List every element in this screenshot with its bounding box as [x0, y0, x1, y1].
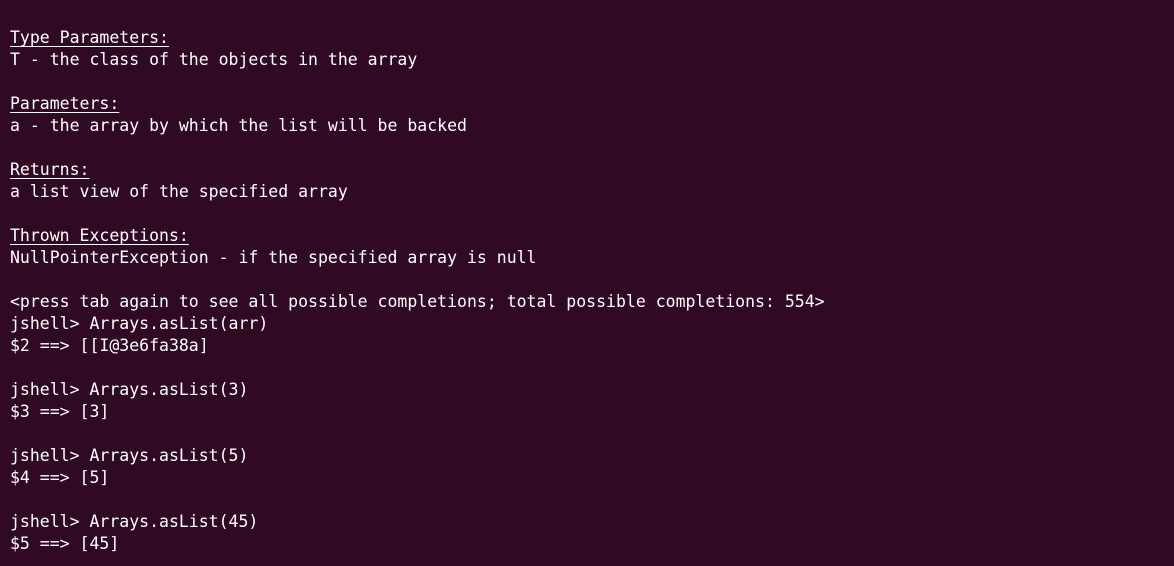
doc-section-heading-text: Returns: [10, 160, 90, 179]
doc-section-heading-text: Parameters: [10, 94, 120, 113]
terminal-line: a list view of the specified array [10, 182, 348, 201]
terminal-line: T - the class of the objects in the arra… [10, 50, 418, 69]
jshell-prompt-line: jshell> Arrays.asList(arr) [10, 314, 269, 333]
doc-section-heading: Parameters: [10, 93, 1174, 115]
jshell-result-line: $5 ==> [45] [10, 534, 120, 553]
jshell-result-line: $4 ==> [5] [10, 468, 110, 487]
doc-section-heading: Type Parameters: [10, 27, 1174, 49]
terminal-window[interactable]: Type Parameters: T - the class of the ob… [0, 0, 1174, 566]
doc-section-heading-text: Type Parameters: [10, 28, 169, 47]
jshell-prompt-line: jshell> Arrays.asList(45) [10, 512, 259, 531]
jshell-result-line: $3 ==> [3] [10, 402, 110, 421]
doc-section-heading-text: Thrown Exceptions: [10, 226, 189, 245]
terminal-output: Type Parameters: T - the class of the ob… [10, 0, 1174, 555]
terminal-line: NullPointerException - if the specified … [10, 248, 537, 267]
jshell-result-line: $2 ==> [[I@3e6fa38a] [10, 336, 209, 355]
doc-section-heading: Thrown Exceptions: [10, 225, 1174, 247]
completion-hint: <press tab again to see all possible com… [10, 292, 825, 311]
jshell-prompt-line: jshell> Arrays.asList(5) [10, 446, 249, 465]
terminal-line: a - the array by which the list will be … [10, 116, 467, 135]
doc-section-heading: Returns: [10, 159, 1174, 181]
jshell-prompt-line: jshell> Arrays.asList(3) [10, 380, 249, 399]
